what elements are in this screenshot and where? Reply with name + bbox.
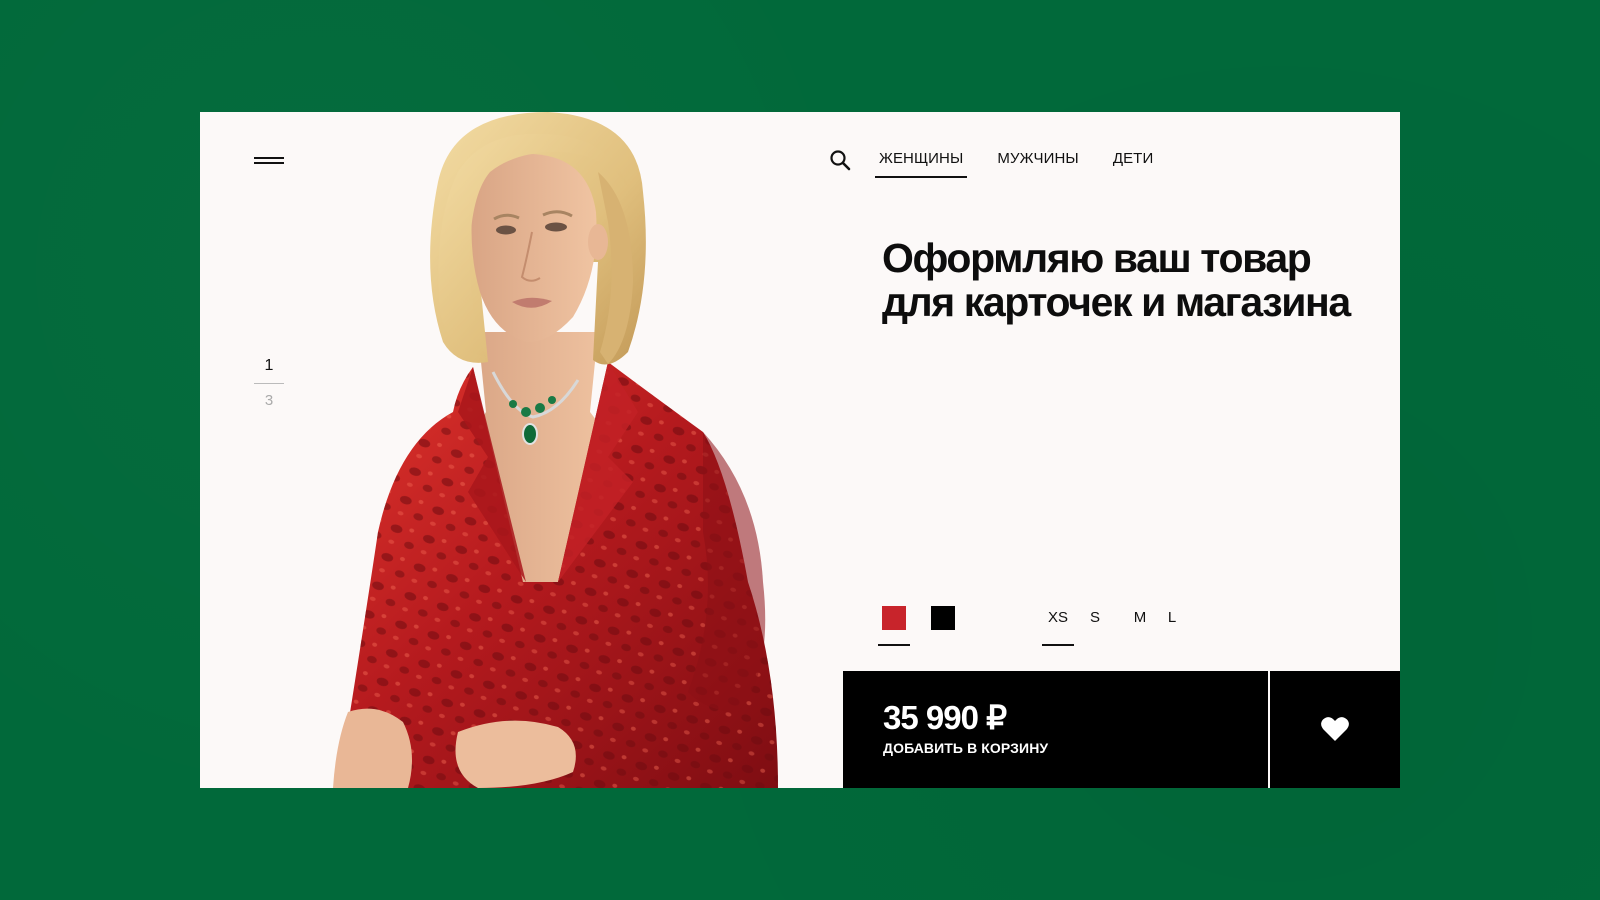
size-option-l[interactable]: L <box>1166 606 1178 646</box>
product-price: 35 990 ₽ <box>883 699 1007 736</box>
slide-pager: 1 3 <box>254 355 284 409</box>
color-option-red[interactable] <box>878 606 910 646</box>
size-option-s[interactable]: S <box>1088 606 1102 646</box>
tab-kids[interactable]: ДЕТИ <box>1113 148 1154 178</box>
color-option-black[interactable] <box>927 606 959 646</box>
size-option-xs[interactable]: XS <box>1042 606 1074 646</box>
category-nav: ЖЕНЩИНЫ МУЖЧИНЫ ДЕТИ <box>874 148 1187 178</box>
color-options <box>878 606 976 646</box>
pager-current: 1 <box>264 357 274 374</box>
menu-button[interactable] <box>254 153 286 167</box>
tab-women[interactable]: ЖЕНЩИНЫ <box>874 148 968 178</box>
pager-divider <box>254 383 284 384</box>
add-to-cart-label: ДОБАВИТЬ В КОРЗИНУ <box>883 740 1049 756</box>
hamburger-menu-icon <box>254 157 284 159</box>
color-swatch-black <box>931 606 955 630</box>
size-options: XS S M L <box>1042 606 1178 646</box>
heart-icon <box>1321 717 1349 741</box>
favorite-button[interactable] <box>1270 671 1400 788</box>
product-card: 1 3 ЖЕНЩИНЫ МУЖЧИНЫ ДЕТИ Оформляю ваш то… <box>200 112 1400 788</box>
search-icon[interactable] <box>828 148 852 172</box>
tab-men[interactable]: МУЖЧИНЫ <box>997 148 1078 178</box>
product-headline: Оформляю ваш товар для карточек и магази… <box>882 235 1351 325</box>
size-option-m[interactable]: M <box>1132 606 1148 646</box>
color-swatch-red <box>882 606 906 630</box>
hamburger-menu-icon-line <box>254 162 284 164</box>
product-photo <box>333 112 778 788</box>
pager-total: 3 <box>264 392 274 409</box>
add-to-cart-button[interactable]: 35 990 ₽ ДОБАВИТЬ В КОРЗИНУ <box>843 671 1268 788</box>
